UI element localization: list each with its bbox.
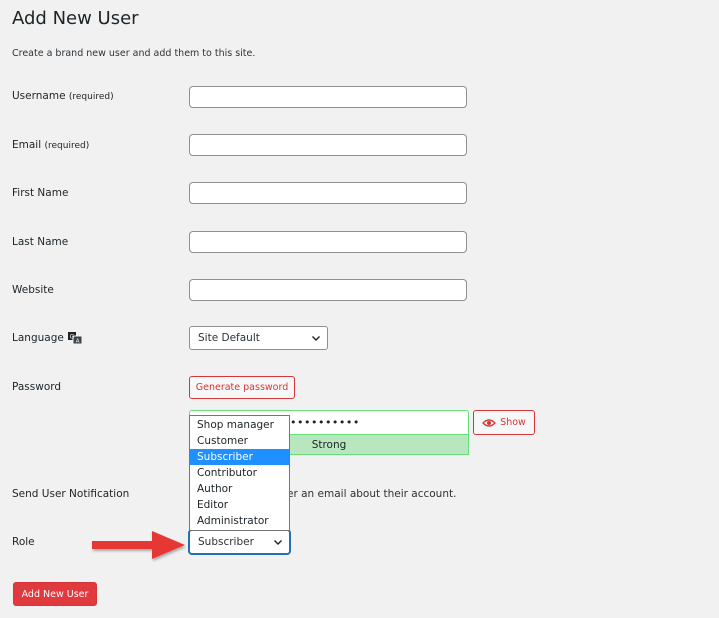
notification-checkbox-text[interactable]: er an email about their account. — [287, 488, 456, 500]
role-selected-value: Subscriber — [198, 536, 254, 548]
language-label: Language G A — [12, 332, 83, 345]
email-label-text: Email — [12, 139, 42, 151]
role-option-editor[interactable]: Editor — [190, 497, 289, 513]
website-label: Website — [12, 284, 54, 296]
username-input[interactable] — [189, 86, 467, 108]
role-option-customer[interactable]: Customer — [190, 433, 289, 449]
role-dropdown-list: Shop manager Customer Subscriber Contrib… — [189, 415, 290, 531]
email-required-note: (required) — [44, 141, 90, 151]
role-option-contributor[interactable]: Contributor — [190, 465, 289, 481]
role-option-administrator[interactable]: Administrator — [190, 513, 289, 529]
annotation-arrow-icon — [92, 531, 185, 559]
page-title: Add New User — [12, 8, 139, 29]
role-option-subscriber[interactable]: Subscriber — [190, 449, 289, 465]
password-label: Password — [12, 381, 62, 393]
svg-text:A: A — [76, 339, 80, 345]
chevron-down-icon — [312, 336, 320, 341]
username-label: Username (required) — [12, 90, 114, 102]
show-password-label: Show — [500, 417, 526, 428]
first-name-input[interactable] — [189, 182, 467, 204]
email-label: Email (required) — [12, 139, 89, 151]
last-name-label: Last Name — [12, 236, 69, 248]
translate-icon: G A — [67, 332, 83, 345]
website-input[interactable] — [189, 279, 467, 301]
show-password-button[interactable]: Show — [473, 410, 535, 435]
page-subtitle: Create a brand new user and add them to … — [12, 48, 256, 59]
generate-password-button[interactable]: Generate password — [189, 376, 295, 399]
role-option-shop-manager[interactable]: Shop manager — [190, 417, 289, 433]
role-select[interactable]: Subscriber — [189, 530, 290, 554]
first-name-label: First Name — [12, 187, 69, 199]
notification-label: Send User Notification — [12, 488, 130, 500]
language-label-text: Language — [12, 332, 64, 344]
username-label-text: Username — [12, 90, 66, 102]
username-required-note: (required) — [68, 92, 114, 102]
language-selected-value: Site Default — [198, 332, 260, 344]
last-name-input[interactable] — [189, 231, 467, 253]
add-new-user-button[interactable]: Add New User — [13, 582, 97, 606]
role-label: Role — [12, 536, 35, 548]
chevron-down-icon — [274, 540, 282, 545]
email-input[interactable] — [189, 134, 467, 156]
svg-text:G: G — [70, 334, 75, 341]
role-option-author[interactable]: Author — [190, 481, 289, 497]
language-select[interactable]: Site Default — [189, 326, 328, 350]
eye-icon — [482, 418, 497, 427]
